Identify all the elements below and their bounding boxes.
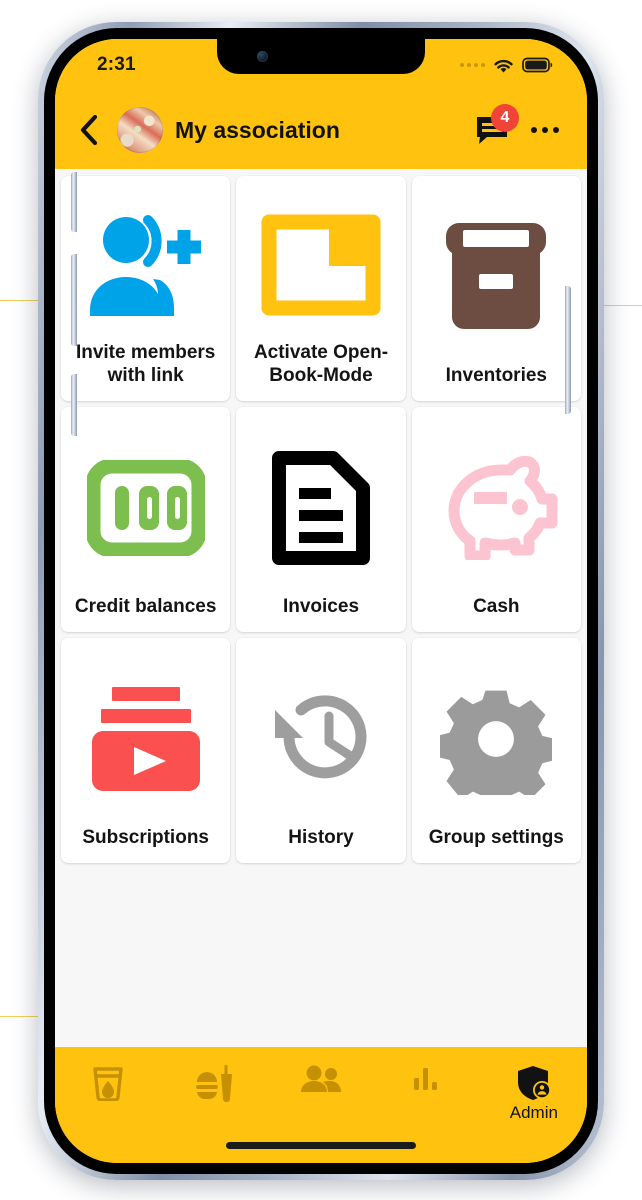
bar-chart-icon [414, 1068, 438, 1090]
chat-button[interactable]: 4 [471, 104, 519, 151]
ringer-switch[interactable] [71, 374, 77, 436]
avatar[interactable] [117, 107, 163, 153]
tile-group-settings[interactable]: Group settings [411, 638, 581, 863]
volume-up-button[interactable] [71, 172, 77, 232]
nav-item-food[interactable] [161, 1065, 267, 1127]
bottom-navigation: Admin [55, 1047, 587, 1163]
tile-label: Invite members with link [75, 341, 216, 386]
tile-label: Activate Open-Book-Mode [253, 341, 389, 386]
back-button[interactable] [71, 110, 105, 150]
clock-rotate-left-icon [242, 652, 399, 826]
tile-cash[interactable]: Cash [411, 407, 581, 632]
tile-label: Inventories [445, 364, 547, 386]
more-horizontal-icon [531, 127, 537, 133]
feature-grid: Invite members with link Activate Open-B… [57, 172, 585, 867]
archive-box-icon [418, 190, 575, 364]
nav-item-members[interactable] [268, 1065, 374, 1127]
volume-down-button[interactable] [71, 254, 77, 346]
power-button[interactable] [565, 286, 571, 414]
nav-item-admin[interactable]: Admin [481, 1065, 587, 1127]
tile-label: Group settings [428, 826, 564, 848]
people-icon [301, 1065, 342, 1092]
nav-item-drinks[interactable] [55, 1065, 161, 1127]
tile-label: Cash [473, 595, 520, 617]
open-folder-icon [242, 190, 399, 341]
overflow-menu-button[interactable] [525, 110, 565, 150]
piggy-bank-icon [418, 421, 575, 595]
wifi-icon [494, 59, 513, 72]
tile-label: History [288, 826, 354, 848]
front-camera-icon [257, 51, 268, 62]
main-content: Invite members with link Activate Open-B… [55, 169, 587, 1047]
person-add-icon [67, 190, 224, 341]
chat-badge: 4 [491, 104, 519, 132]
phone-screen: 2:31 My association 4 Invite members wit… [55, 39, 587, 1163]
status-clock: 2:31 [97, 54, 136, 75]
display-notch [217, 39, 425, 74]
home-indicator[interactable] [226, 1142, 416, 1149]
gear-icon [418, 652, 575, 826]
document-lines-icon [242, 421, 399, 595]
tile-credit-balances[interactable]: Credit balances [61, 407, 231, 632]
chevron-left-icon [80, 115, 97, 145]
tile-label: Invoices [282, 595, 360, 617]
tile-history[interactable]: History [236, 638, 406, 863]
signal-dots-icon [460, 63, 485, 67]
phone-bezel: 2:31 My association 4 Invite members wit… [44, 28, 598, 1174]
drink-cup-icon [93, 1067, 123, 1101]
page-title: My association [175, 116, 340, 143]
shield-admin-icon [517, 1066, 551, 1100]
nav-label: Admin [509, 1103, 558, 1122]
app-header: My association 4 [55, 91, 587, 169]
tile-open-book-mode[interactable]: Activate Open-Book-Mode [236, 176, 406, 401]
tile-invoices[interactable]: Invoices [236, 407, 406, 632]
status-indicators [460, 57, 553, 74]
tile-invite-members[interactable]: Invite members with link [61, 176, 231, 401]
nav-item-statistics[interactable] [374, 1065, 480, 1127]
money-100-icon [67, 421, 224, 595]
tile-label: Credit balances [74, 595, 217, 617]
fast-food-icon [195, 1065, 232, 1102]
tile-label: Subscriptions [82, 826, 209, 848]
video-subscriptions-icon [67, 652, 224, 826]
battery-icon [522, 57, 553, 73]
tile-subscriptions[interactable]: Subscriptions [61, 638, 231, 863]
tile-inventories[interactable]: Inventories [411, 176, 581, 401]
phone-frame: 2:31 My association 4 Invite members wit… [38, 22, 604, 1180]
